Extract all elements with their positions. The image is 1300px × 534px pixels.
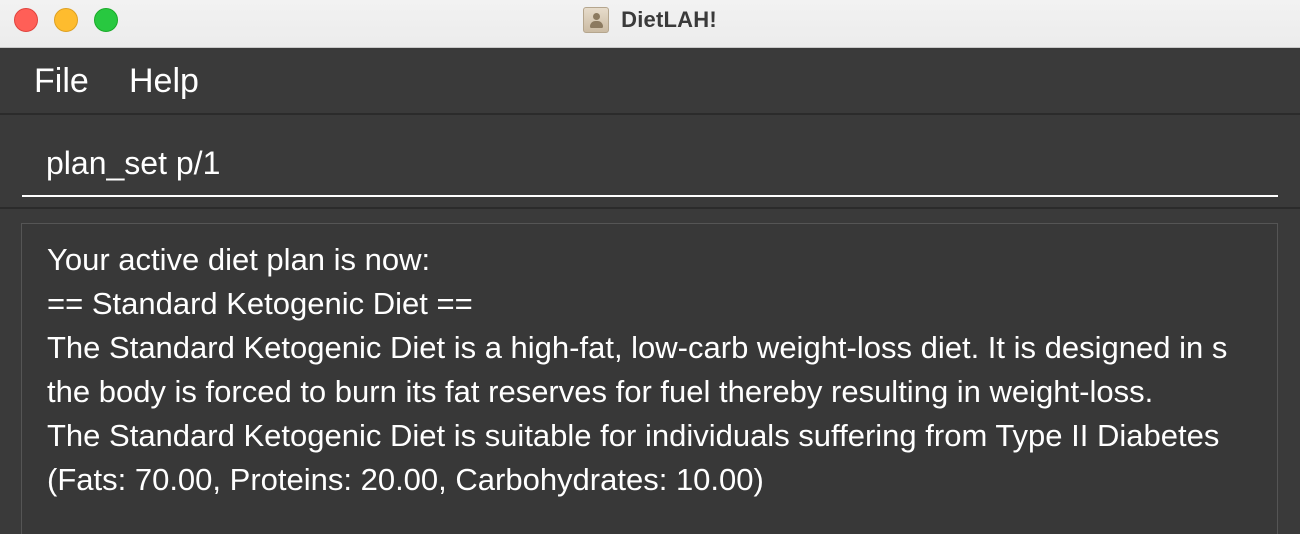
result-line: the body is forced to burn its fat reser… [47, 374, 1154, 409]
result-line: == Standard Ketogenic Diet == [47, 286, 473, 321]
window-title: DietLAH! [621, 7, 717, 32]
result-line: Your active diet plan is now: [47, 242, 431, 277]
result-area: Your active diet plan is now: == Standar… [0, 209, 1300, 534]
result-text: Your active diet plan is now: == Standar… [47, 238, 1227, 502]
command-input-text: plan_set p/1 [46, 145, 221, 181]
result-line: (Fats: 70.00, Proteins: 20.00, Carbohydr… [47, 462, 764, 497]
result-display[interactable]: Your active diet plan is now: == Standar… [21, 223, 1278, 534]
person-card-icon [583, 7, 610, 33]
window-title-group: DietLAH! [0, 0, 1300, 40]
result-line: The Standard Ketogenic Diet is suitable … [47, 418, 1220, 453]
menu-help[interactable]: Help [129, 61, 199, 101]
menu-bar: File Help [0, 48, 1300, 115]
title-bar[interactable]: DietLAH! [0, 0, 1300, 48]
result-line: The Standard Ketogenic Diet is a high-fa… [47, 330, 1228, 365]
command-input[interactable]: plan_set p/1 [22, 135, 1278, 197]
menu-file[interactable]: File [34, 61, 89, 101]
command-area: plan_set p/1 [0, 115, 1300, 209]
app-window: DietLAH! File Help plan_set p/1 Your act… [0, 0, 1300, 534]
